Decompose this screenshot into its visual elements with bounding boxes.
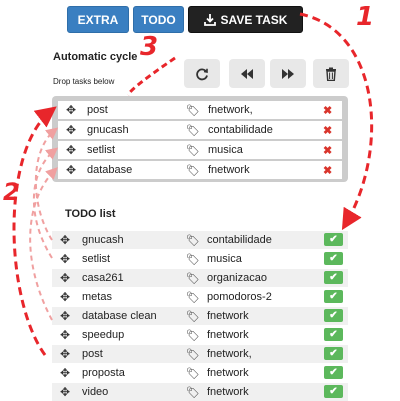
annotation-faint-arrow: [29, 167, 58, 321]
annotation-faint-arrow: [34, 127, 59, 241]
annotation-arrow-1: [299, 12, 374, 231]
annotation-arrow-2: [12, 106, 57, 356]
annotation-arrow-3: [126, 56, 176, 96]
annotation-number-1: 1: [356, 2, 375, 32]
annotation-number-2: 2: [3, 178, 20, 206]
annotation-number-3: 3: [140, 32, 159, 62]
annotation-arrows: [12, 12, 374, 356]
